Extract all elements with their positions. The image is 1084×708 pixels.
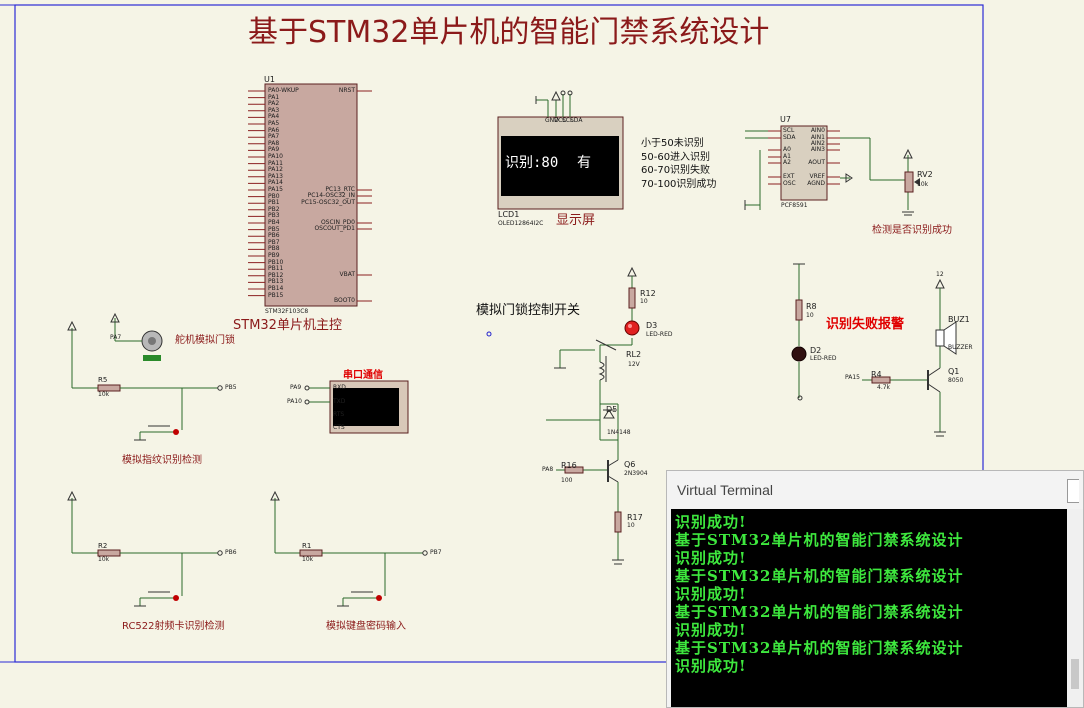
oled-screen: 识别:80 有	[501, 136, 619, 196]
serial-pin-txd: TXD	[333, 398, 346, 405]
adc-pin-label: A2	[783, 159, 791, 166]
d2-ref: D2	[810, 346, 822, 355]
terminal-scrollbar[interactable]	[1067, 509, 1083, 707]
oled-pin-sda: SDA	[570, 117, 583, 124]
buzzer-ref: BUZ1	[948, 315, 970, 324]
serial-net-pa10: PA10	[287, 398, 302, 405]
legend-line-2: 50-60进入识别	[641, 152, 711, 163]
d5-part: 1N4148	[607, 429, 631, 436]
buzzer	[935, 329, 945, 347]
serial-pin-rxd: RXD	[333, 384, 346, 391]
schematic-editor[interactable]: 基于STM32单片机的智能门禁系统设计 U1 STM32F103C8 STM32…	[0, 0, 1084, 708]
d3-part: LED-RED	[646, 331, 673, 338]
mcu-pin-label: NRST	[338, 87, 355, 94]
buzzer-part: BUZZER	[948, 344, 973, 351]
button-1-caption[interactable]: 模拟指纹识别检测	[122, 456, 202, 466]
mcu-ref: U1	[264, 75, 275, 84]
q1-base-net: PA15	[845, 374, 860, 381]
servo-net: PA7	[110, 334, 122, 341]
button-2-caption[interactable]: RC522射频卡识别检测	[122, 622, 225, 632]
lcd-caption: 显示屏	[556, 213, 596, 228]
r4-ref: R4	[871, 370, 882, 379]
button-2-res: R2	[98, 542, 108, 550]
virtual-terminal-titlebar[interactable]: Virtual Terminal	[667, 471, 1083, 509]
relay-val: 12V	[628, 361, 640, 368]
button-3-net: PB7	[430, 549, 442, 556]
pot-value: 10k	[917, 181, 929, 188]
adc-part: PCF8591	[781, 202, 808, 209]
r16-ref: R16	[561, 461, 577, 470]
pot-ref: RV2	[917, 170, 933, 179]
serial-net-pa9: PA9	[290, 384, 302, 391]
mcu-pin-label: PC15-OSC32_OUT	[301, 199, 355, 206]
mcu-pin-label: VBAT	[339, 271, 355, 278]
serial-caption: 串口通信	[343, 370, 383, 381]
legend-line-4: 70-100识别成功	[641, 179, 717, 190]
r8-ref: R8	[806, 302, 817, 311]
button-3-res: R1	[302, 542, 312, 550]
q6-base-net: PA8	[542, 466, 554, 473]
mcu-caption: STM32单片机主控	[233, 318, 342, 333]
q1-part: 8050	[948, 377, 964, 384]
serial-pin-cts: CTS	[333, 424, 345, 431]
led-d3	[624, 320, 640, 336]
r16-val: 100	[561, 477, 573, 484]
adc-pin-label: SDA	[783, 134, 796, 141]
q1-ref: Q1	[948, 367, 960, 376]
serial-screen	[333, 388, 399, 426]
r12-ref: R12	[640, 289, 656, 298]
buzzer-vcc: 12	[936, 271, 944, 278]
maximize-button[interactable]	[1067, 479, 1079, 503]
lcd-ref: LCD1	[498, 210, 520, 219]
button-1-res: R5	[98, 376, 108, 384]
servo-caption: 舵机模拟门锁	[175, 335, 235, 346]
r12-val: 10	[640, 298, 648, 305]
serial-pin-rts: RTS	[333, 411, 345, 418]
button-3-caption[interactable]: 模拟键盘密码输入	[326, 622, 406, 632]
r8-val: 10	[806, 312, 814, 319]
led-d2	[791, 346, 807, 362]
button-1-val: 10k	[98, 391, 110, 398]
d5-ref: D5	[606, 405, 618, 414]
r17-val: 10	[627, 522, 635, 529]
mcu-part: STM32F103C8	[265, 308, 309, 315]
page-title: 基于STM32单片机的智能门禁系统设计	[248, 15, 770, 50]
relay-ref: RL2	[626, 350, 642, 359]
lock-switch-caption: 模拟门锁控制开关	[476, 303, 581, 318]
adc-pin-label: AGND	[807, 180, 825, 187]
adc-caption: 检测是否识别成功	[872, 225, 952, 236]
oled-text-right: 有	[577, 155, 591, 171]
adc-ref: U7	[780, 115, 791, 124]
virtual-terminal-title: Virtual Terminal	[677, 482, 773, 498]
alarm-caption: 识别失败报警	[826, 317, 905, 332]
button-2-val: 10k	[98, 556, 110, 563]
adc-pin-label: OSC	[783, 180, 796, 187]
adc-pin-label: AIN3	[810, 146, 825, 153]
q6-ref: Q6	[624, 460, 636, 469]
scrollbar-thumb[interactable]	[1071, 659, 1079, 689]
legend-line-1: 小于50未识别	[641, 138, 704, 149]
d2-part: LED-RED	[810, 355, 837, 362]
button-2-net: PB6	[225, 549, 237, 556]
oled-text-left: 识别:80	[505, 155, 559, 171]
virtual-terminal-window[interactable]: Virtual Terminal 识别成功! 基于STM32单片机的智能门禁系统设…	[666, 470, 1084, 708]
button-3-val: 10k	[302, 556, 314, 563]
q6-part: 2N3904	[624, 470, 648, 477]
terminal-line: 识别成功!	[675, 657, 747, 675]
mcu-pin-label: BOOT0	[334, 297, 355, 304]
d3-ref: D3	[646, 321, 658, 330]
button-1-net: PB5	[225, 384, 237, 391]
terminal-output[interactable]: 识别成功! 基于STM32单片机的智能门禁系统设计 识别成功! 基于STM32单片机的…	[671, 509, 1067, 707]
mcu-pin-label: OSCOUT_PD1	[314, 225, 355, 232]
adc-pin-label: AOUT	[808, 159, 825, 166]
r17-ref: R17	[627, 513, 643, 522]
legend-line-3: 60-70识别失败	[641, 165, 711, 176]
lcd-part: OLED12864I2C	[498, 220, 544, 227]
r4-val: 4.7k	[877, 384, 891, 391]
mcu-pin-label: PB15	[268, 291, 284, 299]
potentiometer	[904, 171, 914, 193]
